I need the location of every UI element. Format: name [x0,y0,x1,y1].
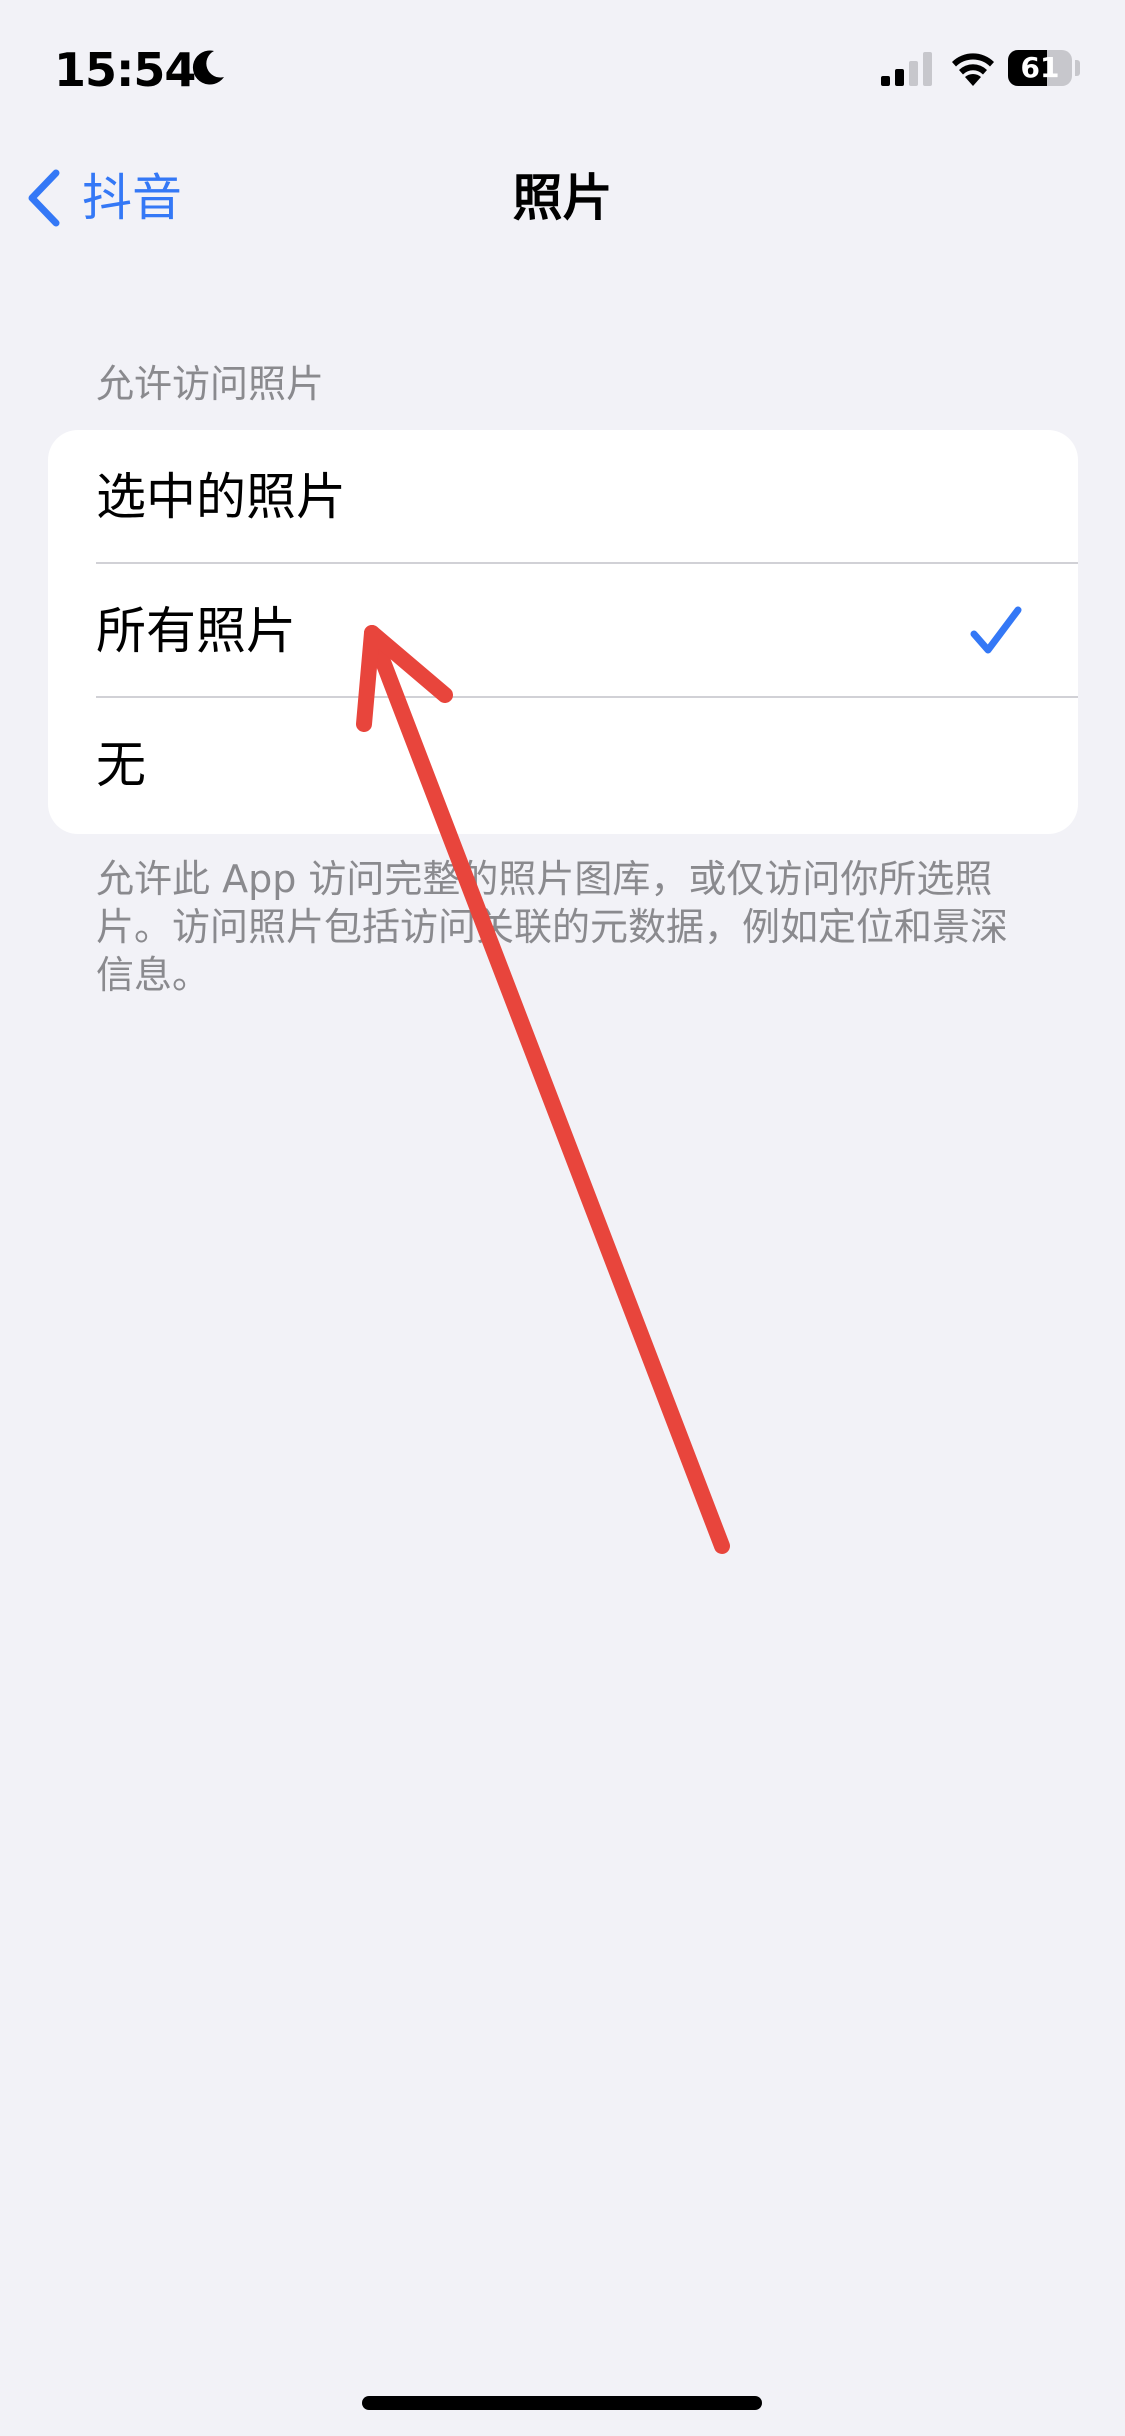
option-all-photos[interactable]: 所有照片 [48,564,1078,698]
moon-icon [192,50,224,85]
checkmark-icon [970,606,1022,654]
option-label: 选中的照片 [96,468,346,526]
option-none[interactable]: 无 [48,698,1078,834]
status-bar: 15:54 61 [0,0,1125,140]
battery-level: 61 [1020,51,1060,84]
option-label: 无 [96,736,146,794]
battery-cap [1075,60,1080,76]
wifi-icon [952,53,994,86]
option-selected-photos[interactable]: 选中的照片 [48,430,1078,564]
section-header: 允许访问照片 [96,362,325,406]
signal-icon [881,52,932,86]
option-label: 所有照片 [96,602,296,660]
home-indicator[interactable] [362,2396,762,2410]
photo-access-options: 选中的照片 所有照片 无 [48,430,1078,834]
section-footer: 允许此 App 访问完整的照片图库，或仅访问你所选照片。访问照片包括访问关联的元… [96,857,1009,997]
page-title: 照片 [512,169,613,227]
status-time: 15:54 [54,43,196,97]
battery-icon: 61 [1008,50,1072,86]
